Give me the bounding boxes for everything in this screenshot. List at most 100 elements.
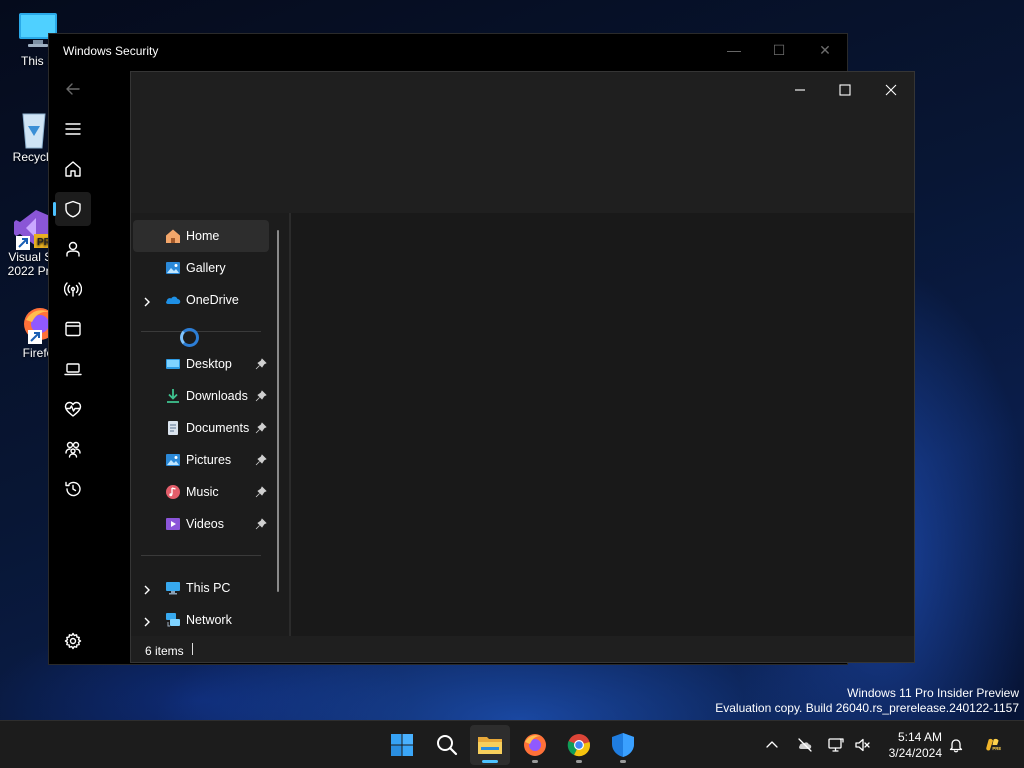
sidebar-item-account[interactable]	[55, 232, 91, 266]
pin-icon[interactable]	[255, 422, 267, 434]
start-button[interactable]	[382, 725, 422, 765]
nav-item-home[interactable]: Home	[133, 220, 269, 252]
nav-item-documents[interactable]: Documents	[133, 412, 269, 444]
sidebar-item-family-options[interactable]	[55, 432, 91, 466]
security-sidebar	[49, 70, 97, 664]
display-status[interactable]	[826, 735, 846, 755]
pin-icon[interactable]	[255, 454, 267, 466]
windows-logo-icon	[391, 734, 413, 756]
minimize-icon	[795, 89, 805, 91]
volume-muted-icon	[855, 738, 870, 752]
home-icon	[165, 228, 181, 244]
item-count: 6 items	[145, 644, 184, 658]
maximize-button[interactable]	[823, 76, 867, 104]
status-divider	[192, 643, 193, 655]
nav-item-label: Home	[186, 229, 220, 243]
nav-item-downloads[interactable]: Downloads	[133, 380, 269, 412]
person-icon	[66, 241, 80, 257]
chevron-right-icon[interactable]	[143, 584, 151, 595]
nav-item-label: Desktop	[186, 357, 232, 371]
nav-item-label: Downloads	[186, 389, 248, 403]
chevron-right-icon[interactable]	[143, 296, 151, 307]
home-icon	[65, 161, 81, 177]
back-button[interactable]	[55, 72, 91, 106]
file-explorer-window: Home Gallery OneDrive Desktop Downloads …	[130, 71, 915, 663]
sidebar-item-settings[interactable]	[55, 624, 91, 658]
sidebar-item-protection-history[interactable]	[55, 472, 91, 506]
search-icon	[437, 735, 458, 756]
clock-time: 5:14 AM	[897, 730, 942, 744]
evaluation-watermark: Windows 11 Pro Insider Preview Evaluatio…	[715, 686, 1019, 716]
search-button[interactable]	[427, 725, 467, 765]
sidebar-item-virus-protection[interactable]	[53, 192, 91, 226]
nav-item-network[interactable]: Network	[133, 604, 269, 636]
close-button[interactable]: ✕	[810, 40, 840, 60]
nav-divider	[141, 555, 261, 556]
nav-item-gallery[interactable]: Gallery	[133, 252, 269, 284]
nav-item-desktop[interactable]: Desktop	[133, 348, 269, 380]
folder-icon	[478, 737, 502, 754]
pin-icon[interactable]	[255, 486, 267, 498]
content-pane[interactable]	[291, 213, 914, 636]
nav-item-label: Videos	[186, 517, 224, 531]
family-icon	[65, 441, 81, 458]
taskbar-file-explorer[interactable]	[470, 725, 510, 765]
taskbar-chrome[interactable]	[559, 725, 599, 765]
nav-item-onedrive[interactable]: OneDrive	[133, 284, 269, 316]
running-indicator	[532, 760, 538, 763]
navigation-pane: Home Gallery OneDrive Desktop Downloads …	[131, 213, 289, 636]
nav-item-videos[interactable]: Videos	[133, 508, 269, 540]
chevron-right-icon[interactable]	[143, 616, 151, 627]
shield-icon	[612, 733, 634, 757]
chevron-up-icon	[766, 741, 778, 748]
network-icon	[165, 612, 181, 628]
sidebar-item-device-performance[interactable]	[55, 392, 91, 426]
bell-icon	[949, 739, 963, 753]
pin-icon[interactable]	[255, 390, 267, 402]
copilot-pre-icon: PRE	[986, 738, 1001, 752]
loading-spinner-icon	[180, 328, 199, 347]
nav-item-label: OneDrive	[186, 293, 239, 307]
nav-item-label: Network	[186, 613, 232, 627]
desktop-folder-icon	[165, 356, 181, 372]
nav-item-this-pc[interactable]: This PC	[133, 572, 269, 604]
menu-button[interactable]	[55, 112, 91, 146]
taskbar-windows-security[interactable]	[603, 725, 643, 765]
nav-item-label: Gallery	[186, 261, 226, 275]
close-icon	[885, 84, 897, 96]
history-icon	[65, 481, 81, 497]
monitor-icon	[828, 738, 844, 752]
wireless-antenna-icon	[64, 282, 82, 297]
taskbar-firefox[interactable]	[515, 725, 555, 765]
copilot-button[interactable]: PRE	[980, 732, 1006, 758]
onedrive-status[interactable]	[795, 735, 815, 755]
sidebar-item-app-browser-control[interactable]	[55, 312, 91, 346]
documents-icon	[165, 420, 181, 436]
volume-button[interactable]	[852, 735, 872, 755]
sidebar-item-device-security[interactable]	[55, 352, 91, 386]
nav-item-pictures[interactable]: Pictures	[133, 444, 269, 476]
nav-divider	[141, 331, 261, 332]
navigation-scrollbar[interactable]	[277, 230, 279, 592]
sidebar-item-firewall-network[interactable]	[55, 272, 91, 306]
minimize-button[interactable]	[778, 76, 822, 104]
sidebar-item-home[interactable]	[55, 152, 91, 186]
notifications-button[interactable]	[946, 735, 966, 755]
running-indicator	[576, 760, 582, 763]
this-pc-icon	[165, 580, 181, 596]
nav-item-label: Music	[186, 485, 219, 499]
status-bar: 6 items	[131, 636, 914, 662]
show-hidden-icons-button[interactable]	[762, 735, 782, 755]
close-button[interactable]	[869, 76, 913, 104]
nav-item-music[interactable]: Music	[133, 476, 269, 508]
svg-text:PRE: PRE	[992, 746, 1001, 751]
watermark-line2: Evaluation copy. Build 26040.rs_prerelea…	[715, 701, 1019, 715]
active-indicator	[482, 760, 498, 763]
minimize-button[interactable]: —	[719, 40, 749, 60]
pin-icon[interactable]	[255, 518, 267, 530]
maximize-button[interactable]: ☐	[764, 40, 794, 60]
clock[interactable]: 5:14 AM 3/24/2024	[880, 729, 942, 761]
maximize-icon	[839, 84, 851, 96]
pin-icon[interactable]	[255, 358, 267, 370]
firefox-icon	[524, 734, 546, 756]
